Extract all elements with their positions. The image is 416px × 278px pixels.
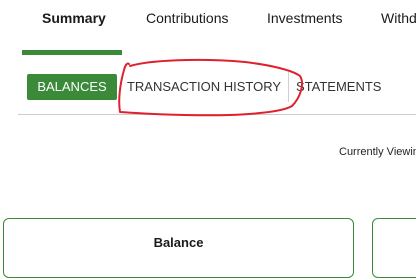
balance-card: Balance: [3, 218, 354, 278]
tab-summary[interactable]: Summary: [42, 10, 106, 26]
sub-tab-divider: [288, 72, 289, 102]
tab-investments[interactable]: Investments: [267, 10, 342, 26]
balances-button[interactable]: BALANCES: [27, 74, 117, 100]
statements-button[interactable]: STATEMENTS: [296, 74, 386, 100]
balance-card-title: Balance: [153, 235, 204, 250]
currently-viewing-label: Currently Viewin: [339, 146, 416, 158]
tab-withdrawals[interactable]: Withdr: [381, 10, 416, 26]
active-tab-indicator: [22, 50, 122, 55]
transaction-history-button[interactable]: TRANSACTION HISTORY: [120, 74, 288, 100]
secondary-card: [372, 218, 416, 278]
section-divider: [18, 114, 416, 115]
tab-contributions[interactable]: Contributions: [146, 10, 229, 26]
